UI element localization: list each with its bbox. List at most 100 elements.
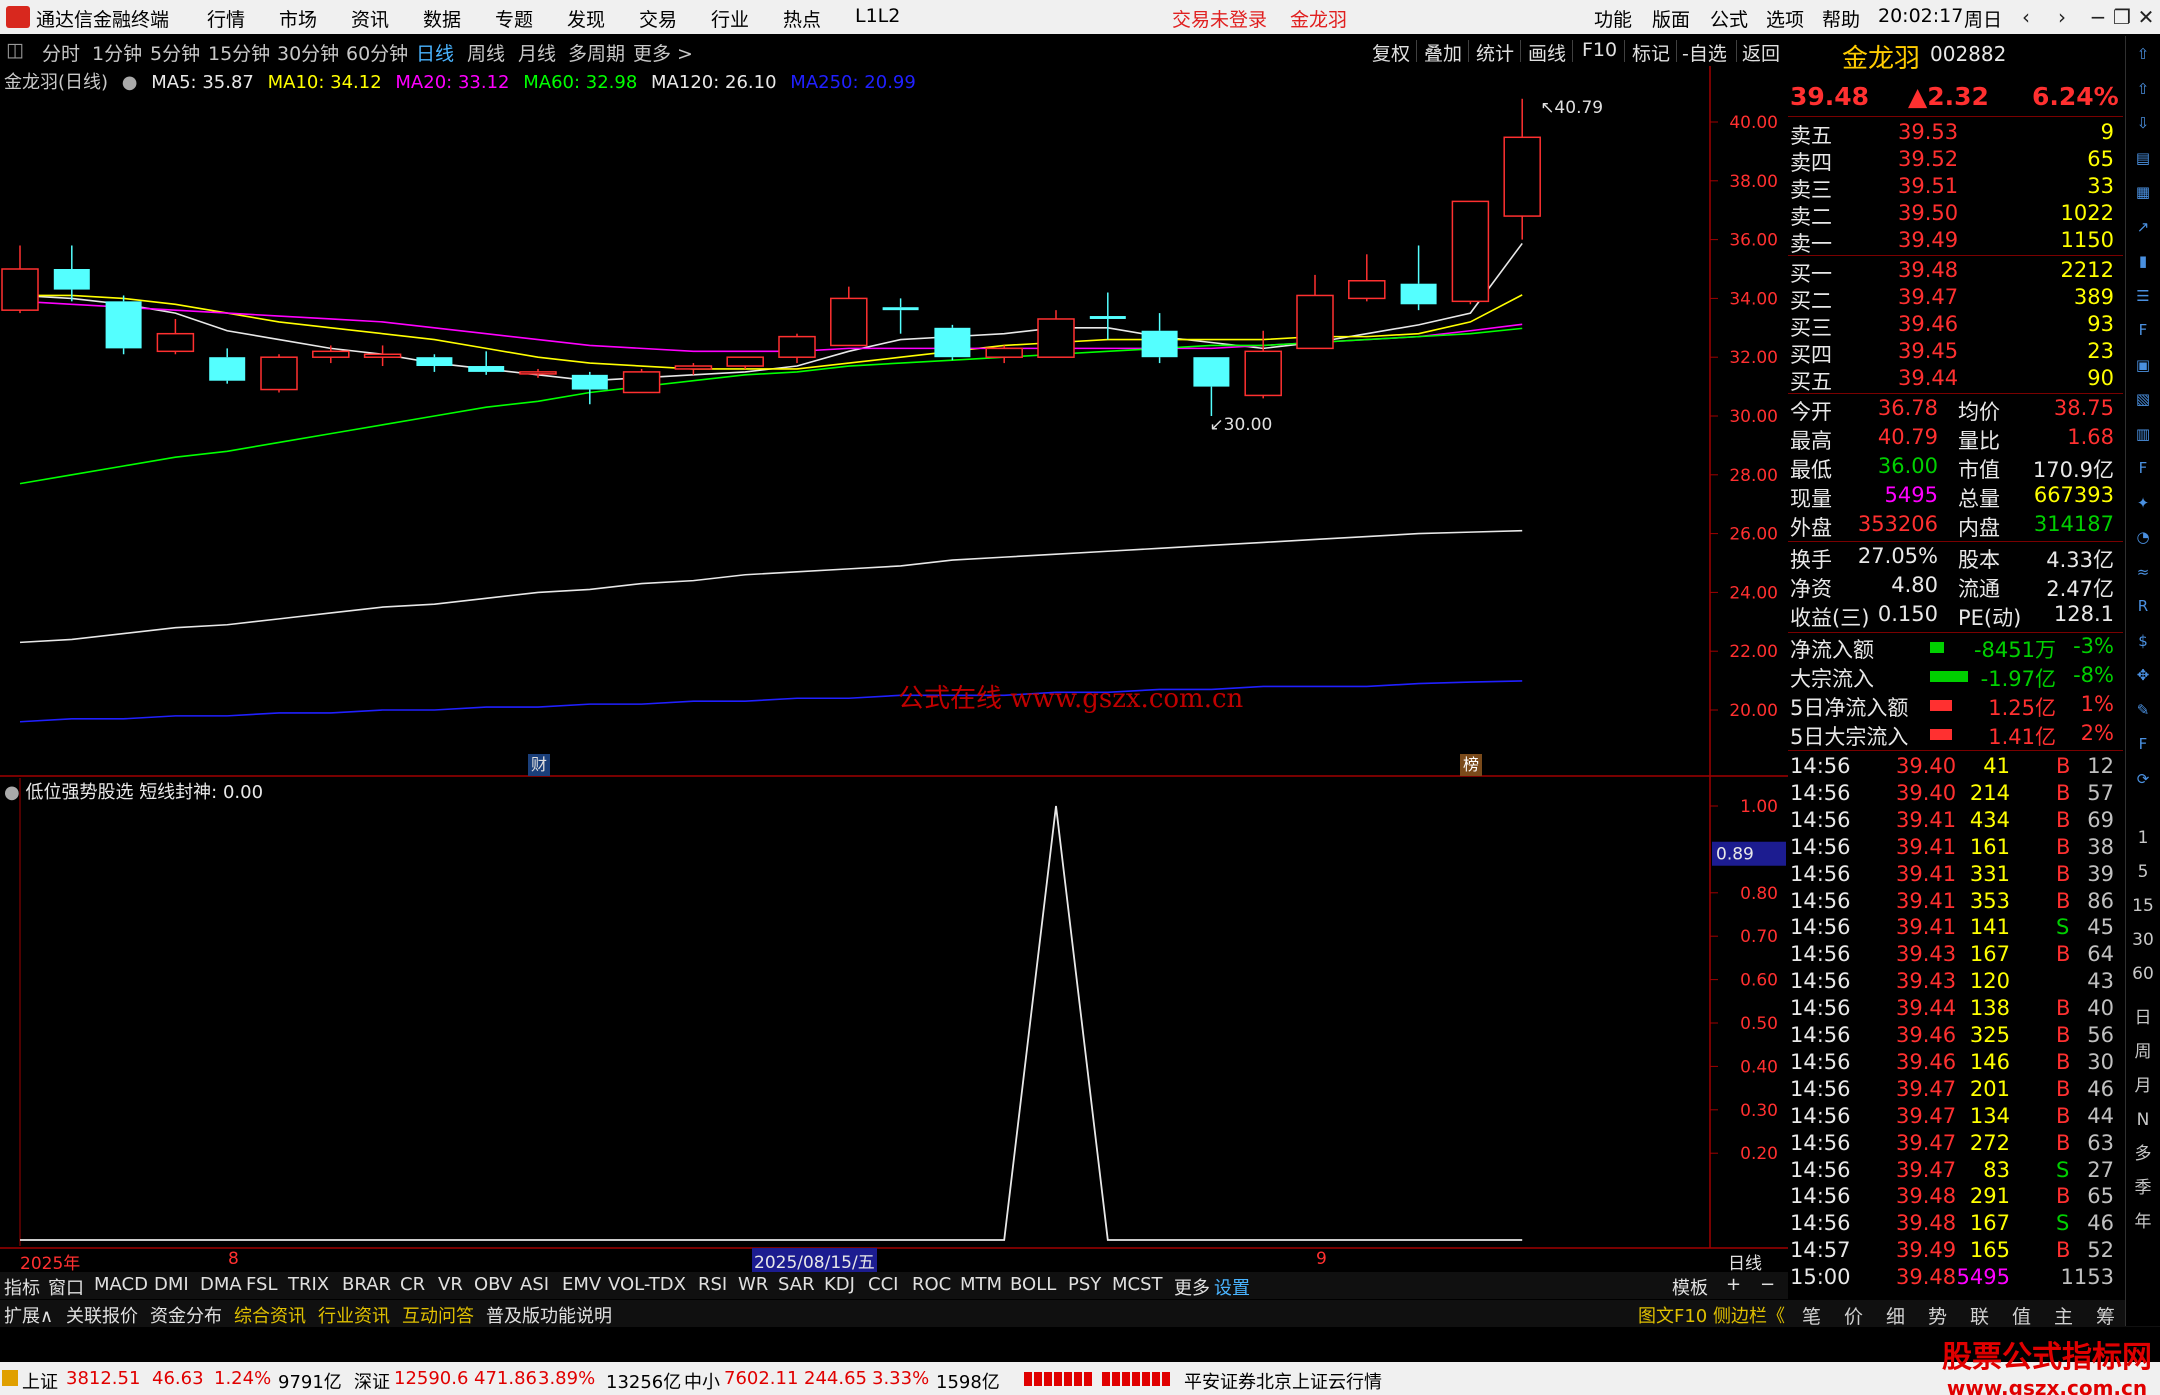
fs-icon[interactable]: F [2130,732,2156,756]
candlestick[interactable] [934,324,971,361]
tool-f10[interactable]: F10 [1582,39,1617,61]
menu-bangzhu[interactable]: 帮助 [1822,5,1860,32]
ext-tab-6[interactable]: 普及版功能说明 [486,1302,612,1328]
candlestick[interactable] [622,368,661,394]
candlestick[interactable] [1,245,39,314]
side-period-9[interactable]: 多 [2130,1142,2156,1166]
tool-diejia[interactable]: 叠加 [1424,39,1462,66]
side-period-10[interactable]: 季 [2130,1176,2156,1200]
side-period-8[interactable]: N [2130,1108,2156,1132]
menu-gongneng[interactable]: 功能 [1594,5,1632,32]
side-period-2[interactable]: 15 [2130,894,2156,918]
candlestick[interactable] [1141,313,1178,364]
tools-icon[interactable]: ✦ [2130,491,2156,515]
period-more[interactable]: 更多 > [633,39,693,66]
candlestick[interactable] [674,363,713,375]
candlestick[interactable] [260,354,298,393]
ext-tab-2[interactable]: 资金分布 [150,1302,222,1328]
candlestick[interactable] [1451,200,1490,305]
wave-icon[interactable]: ≈ [2130,560,2156,584]
indicator-right-1[interactable]: + [1726,1274,1741,1295]
fs-icon[interactable]: F [2130,456,2156,480]
back-arrow-icon[interactable]: ‹ [2008,2,2044,32]
candlestick[interactable] [1037,310,1075,358]
candlestick[interactable] [312,345,350,364]
ext-tab-4[interactable]: 行业资讯 [318,1302,390,1328]
indicator-tab-2[interactable]: MACD [94,1274,148,1295]
panel-toggle-icon[interactable]: ◫ [6,39,24,61]
up-arrow-icon[interactable]: ⇧ [2130,77,2156,101]
zx-index-name[interactable]: 中小 [684,1368,720,1394]
tool-fanhui[interactable]: 返回 [1742,39,1780,66]
menu-l1l2[interactable]: L1L2 [855,5,900,27]
candlestick[interactable] [1296,274,1334,350]
indicator-tab-7[interactable]: BRAR [342,1274,391,1295]
indicator-tab-21[interactable]: BOLL [1010,1274,1056,1295]
doc-icon[interactable]: ▧ [2130,387,2156,411]
candlestick[interactable] [156,318,195,355]
menu-jiaoyi[interactable]: 交易 [639,5,677,32]
side-period-7[interactable]: 月 [2130,1074,2156,1098]
chart-icon[interactable]: ▤ [2130,146,2156,170]
menu-xuanxiang[interactable]: 选项 [1766,5,1804,32]
indicator-tab-14[interactable]: RSI [698,1274,727,1295]
sh-index-name[interactable]: 上证 [22,1368,58,1394]
indicator-tab-1[interactable]: 窗口 [48,1274,84,1300]
bar-chart-icon[interactable]: ▮ [2130,249,2156,273]
candlestick[interactable] [985,345,1023,364]
indicator-tab-8[interactable]: CR [400,1274,425,1295]
period-30min[interactable]: 30分钟 [277,39,339,66]
tool-huaxian[interactable]: 画线 [1528,39,1566,66]
menu-redian[interactable]: 热点 [783,5,821,32]
indicator-settings-icon[interactable]: ● [4,782,20,803]
f10-icon[interactable]: F [2130,318,2156,342]
indicator-tab-11[interactable]: ASI [520,1274,549,1295]
indicator-tab-10[interactable]: OBV [474,1274,512,1295]
indicator-tab-20[interactable]: MTM [960,1274,1002,1295]
finance-marker-badge[interactable]: 财 [528,754,550,776]
period-multi[interactable]: 多周期 [568,39,625,66]
candlestick[interactable] [830,286,868,347]
indicator-tab-5[interactable]: FSL [246,1274,278,1295]
indicator-right-2[interactable]: − [1760,1274,1775,1295]
candlestick[interactable] [1400,245,1437,311]
period-15min[interactable]: 15分钟 [208,39,270,66]
period-daily[interactable]: 日线 [416,39,454,66]
candlestick[interactable] [726,356,764,369]
menu-zhuanti[interactable]: 专题 [495,5,533,32]
period-monthly[interactable]: 月线 [518,39,556,66]
menu-hangqing[interactable]: 行情 [207,5,245,32]
candlestick[interactable] [416,354,453,372]
period-fenshi[interactable]: 分时 [42,39,80,66]
indicator-tab-4[interactable]: DMA [200,1274,242,1295]
candlestick[interactable] [882,298,919,334]
menu-shuju[interactable]: 数据 [423,5,461,32]
indicator-tab-24[interactable]: 更多 [1174,1274,1210,1300]
up-arrow-icon[interactable]: ⇧ [2130,42,2156,66]
tool-tongji[interactable]: 统计 [1476,39,1514,66]
side-period-1[interactable]: 5 [2130,860,2156,884]
period-1min[interactable]: 1分钟 [92,39,142,66]
candlestick[interactable] [1193,357,1230,416]
move-icon[interactable]: ✥ [2130,663,2156,687]
candlestick[interactable] [571,371,608,405]
candlestick[interactable] [1244,330,1282,399]
side-period-5[interactable]: 日 [2130,1006,2156,1030]
ext-tab-1[interactable]: 关联报价 [66,1302,138,1328]
period-weekly[interactable]: 周线 [467,39,505,66]
menu-gongshi[interactable]: 公式 [1710,5,1748,32]
grid-icon[interactable]: ▣ [2130,353,2156,377]
indicator-tab-18[interactable]: CCI [868,1274,898,1295]
indicator-tab-25[interactable]: 设置 [1214,1274,1250,1300]
ext-tab-3[interactable]: 综合资讯 [234,1302,306,1328]
indicator-tab-16[interactable]: SAR [778,1274,815,1295]
axis-period-tag[interactable]: 日线 [1728,1249,1762,1274]
candlestick[interactable] [363,345,402,367]
list-icon[interactable]: ☰ [2130,284,2156,308]
candlestick[interactable] [1503,98,1541,240]
menu-faxian[interactable]: 发现 [567,5,605,32]
down-arrow-icon[interactable]: ⇩ [2130,111,2156,135]
menu-hangye[interactable]: 行业 [711,5,749,32]
side-period-3[interactable]: 30 [2130,928,2156,952]
period-5min[interactable]: 5分钟 [150,39,200,66]
